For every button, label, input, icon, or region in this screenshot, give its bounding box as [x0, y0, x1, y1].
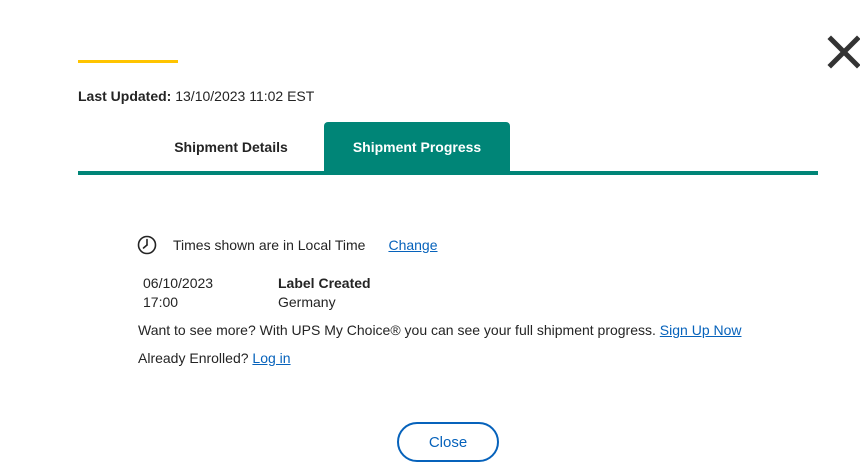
entry-location: Germany [278, 294, 336, 310]
last-updated: Last Updated: 13/10/2023 11:02 EST [78, 88, 314, 104]
entry-date: 06/10/2023 [143, 275, 214, 291]
upsell-text: Want to see more? With UPS My Choice® yo… [138, 322, 656, 338]
close-x-icon[interactable] [826, 34, 860, 70]
upsell-message: Want to see more? With UPS My Choice® yo… [138, 322, 742, 338]
clock-icon [137, 235, 157, 255]
timezone-row: Times shown are in Local Time Change [137, 235, 438, 255]
entry-time: 17:00 [143, 294, 179, 310]
entry-status: Label Created Germany [278, 274, 478, 312]
tab-underline [78, 171, 818, 175]
tab-shipment-details[interactable]: Shipment Details [140, 122, 322, 171]
already-enrolled: Already Enrolled? Log in [138, 350, 291, 366]
timezone-text: Times shown are in Local Time [173, 237, 366, 253]
accent-bar [78, 60, 178, 63]
last-updated-value: 13/10/2023 11:02 EST [175, 88, 315, 104]
tab-shipment-progress[interactable]: Shipment Progress [324, 122, 510, 171]
log-in-link[interactable]: Log in [252, 350, 290, 366]
last-updated-label: Last Updated: [78, 88, 172, 104]
close-button[interactable]: Close [397, 422, 499, 462]
sign-up-now-link[interactable]: Sign Up Now [660, 322, 742, 338]
entry-status-title: Label Created [278, 275, 371, 291]
enrolled-text: Already Enrolled? [138, 350, 249, 366]
change-timezone-link[interactable]: Change [388, 237, 437, 253]
entry-datetime: 06/10/2023 17:00 [143, 274, 273, 312]
close-x-icon-svg [827, 35, 860, 69]
tab-bar: Shipment Details Shipment Progress [78, 122, 818, 175]
shipment-modal: Last Updated: 13/10/2023 11:02 EST Shipm… [0, 0, 860, 471]
